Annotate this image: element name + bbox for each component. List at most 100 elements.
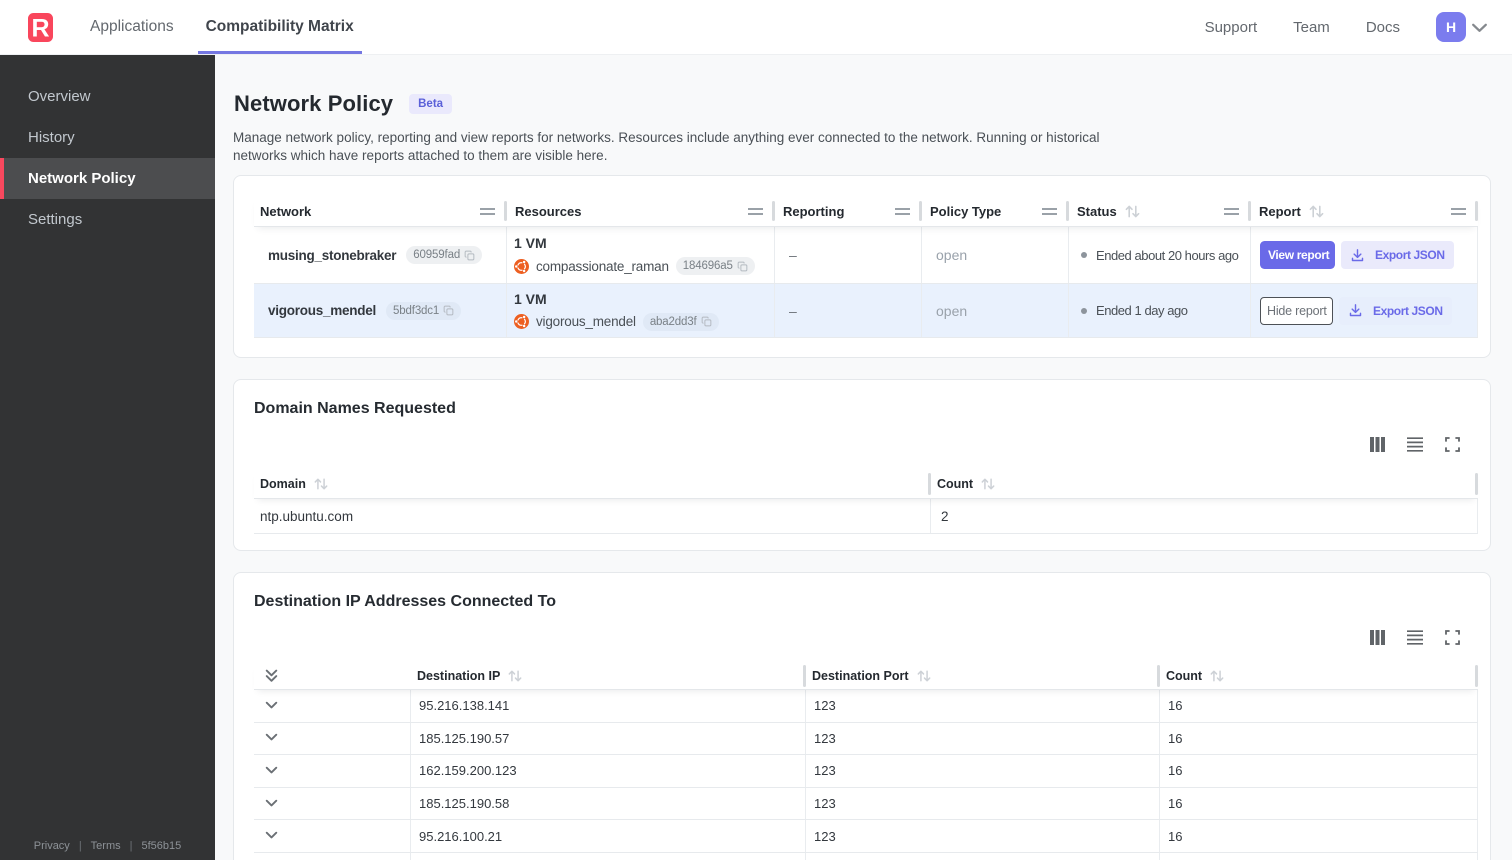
sort-icon[interactable] bbox=[916, 669, 932, 683]
column-resize-handle[interactable] bbox=[1451, 207, 1466, 215]
sidebar-item-overview[interactable]: Overview bbox=[0, 76, 215, 117]
domain-cell: ntp.ubuntu.com bbox=[254, 499, 931, 533]
terms-link[interactable]: Terms bbox=[91, 840, 121, 852]
ip-row[interactable]: 185.125.190.58 123 16 bbox=[254, 786, 1478, 820]
policy-type-value: open bbox=[936, 302, 968, 319]
column-resize-handle[interactable] bbox=[748, 207, 763, 215]
copy-icon[interactable] bbox=[737, 261, 748, 272]
status-text: Ended about 20 hours ago bbox=[1096, 247, 1239, 263]
tab-applications[interactable]: Applications bbox=[82, 0, 182, 54]
column-header-domain[interactable]: Domain bbox=[254, 469, 931, 498]
column-header-status[interactable]: Status bbox=[1069, 196, 1251, 226]
sidebar-item-history[interactable]: History bbox=[0, 117, 215, 158]
link-docs[interactable]: Docs bbox=[1366, 19, 1400, 36]
sort-icon[interactable] bbox=[1209, 669, 1225, 683]
column-header-destination-ip[interactable]: Destination IP bbox=[411, 662, 806, 689]
column-header-policy-type[interactable]: Policy Type bbox=[922, 196, 1069, 226]
column-resize-handle[interactable] bbox=[480, 207, 495, 215]
policy-type-value: open bbox=[936, 247, 968, 263]
row-expander-chevron-icon[interactable] bbox=[264, 697, 279, 715]
export-json-button[interactable]: Export JSON bbox=[1341, 241, 1454, 269]
column-header-network[interactable]: Network bbox=[254, 196, 507, 226]
network-row-vigorous-mendel[interactable]: vigorous_mendel 5bdf3dc1 1 VM vigorous_m… bbox=[254, 283, 1478, 338]
status-dot bbox=[1081, 307, 1087, 314]
vm-count: 1 VM bbox=[514, 235, 547, 251]
column-resize-handle[interactable] bbox=[1042, 207, 1057, 215]
column-resize-handle[interactable] bbox=[895, 207, 910, 215]
link-team[interactable]: Team bbox=[1293, 19, 1330, 36]
network-row-musing-stonebraker[interactable]: musing_stonebraker 60959fad 1 VM compass… bbox=[254, 227, 1478, 283]
rows-icon[interactable] bbox=[1407, 437, 1423, 452]
ip-row[interactable]: 162.159.200.123 123 16 bbox=[254, 754, 1478, 787]
columns-icon[interactable] bbox=[1370, 437, 1385, 452]
sidebar: Overview History Network Policy Settings… bbox=[0, 55, 215, 860]
privacy-link[interactable]: Privacy bbox=[34, 840, 70, 852]
sort-icon[interactable] bbox=[1308, 204, 1325, 219]
download-icon bbox=[1349, 304, 1362, 317]
ip-cell: 185.125.190.58 bbox=[411, 787, 806, 820]
sort-icon[interactable] bbox=[1124, 204, 1141, 219]
sidebar-item-network-policy[interactable]: Network Policy bbox=[0, 158, 215, 199]
copy-icon[interactable] bbox=[464, 250, 475, 261]
column-separator bbox=[1475, 201, 1478, 221]
domains-card-title: Domain Names Requested bbox=[254, 400, 456, 417]
sort-icon[interactable] bbox=[313, 477, 329, 491]
avatar[interactable]: H bbox=[1436, 12, 1466, 42]
fullscreen-icon[interactable] bbox=[1445, 630, 1460, 645]
sort-icon[interactable] bbox=[980, 477, 996, 491]
resource-id-badge[interactable]: aba2dd3f bbox=[642, 312, 719, 331]
row-expander-chevron-icon[interactable] bbox=[264, 729, 279, 747]
page-title: Network Policy bbox=[234, 91, 394, 116]
ip-row[interactable]: 185.125.190.57 123 16 bbox=[254, 721, 1478, 755]
double-chevron-down-icon[interactable] bbox=[264, 668, 279, 683]
column-header-reporting[interactable]: Reporting bbox=[775, 196, 922, 226]
ubuntu-icon bbox=[514, 314, 529, 329]
column-header-resources[interactable]: Resources bbox=[507, 196, 775, 226]
link-support[interactable]: Support bbox=[1205, 19, 1258, 36]
row-expander-chevron-icon[interactable] bbox=[264, 795, 279, 813]
count-cell: 16 bbox=[1160, 820, 1478, 852]
port-cell: 123 bbox=[806, 787, 1160, 820]
ip-cell: 185.125.190.57 bbox=[411, 722, 806, 755]
ip-cell: 162.159.200.123 bbox=[411, 755, 806, 787]
row-expander-chevron-icon[interactable] bbox=[264, 827, 279, 845]
fullscreen-icon[interactable] bbox=[1445, 437, 1460, 452]
export-json-button[interactable]: Export JSON bbox=[1339, 296, 1452, 325]
port-cell: 123 bbox=[806, 820, 1160, 852]
column-header-count[interactable]: Count bbox=[931, 469, 1478, 498]
reporting-value: – bbox=[789, 247, 797, 263]
ip-row[interactable]: 95.216.138.141 123 16 bbox=[254, 690, 1478, 722]
resource-name: vigorous_mendel bbox=[536, 314, 636, 329]
column-header-destination-port[interactable]: Destination Port bbox=[806, 662, 1160, 689]
reporting-value: – bbox=[789, 302, 797, 319]
view-report-button[interactable]: View report bbox=[1260, 241, 1335, 269]
column-separator bbox=[1475, 472, 1478, 495]
domain-row[interactable]: ntp.ubuntu.com 2 bbox=[254, 499, 1478, 534]
top-tabs: Applications Compatibility Matrix bbox=[82, 0, 378, 54]
column-resize-handle[interactable] bbox=[1224, 207, 1239, 215]
beta-badge: Beta bbox=[409, 94, 453, 114]
ip-row[interactable] bbox=[254, 851, 1478, 860]
topbar: R Applications Compatibility Matrix Supp… bbox=[0, 0, 1512, 55]
network-id-badge[interactable]: 60959fad bbox=[406, 246, 483, 264]
copy-icon[interactable] bbox=[701, 316, 712, 327]
network-id-badge[interactable]: 5bdf3dc1 bbox=[386, 301, 462, 320]
avatar-chevron-down-icon[interactable] bbox=[1471, 19, 1488, 36]
ip-row[interactable]: 95.216.100.21 123 16 bbox=[254, 819, 1478, 852]
column-header-report[interactable]: Report bbox=[1251, 196, 1478, 226]
sidebar-item-settings[interactable]: Settings bbox=[0, 199, 215, 240]
count-cell: 16 bbox=[1160, 690, 1478, 722]
rows-icon[interactable] bbox=[1407, 630, 1423, 645]
expand-all-header[interactable] bbox=[254, 662, 411, 689]
sort-icon[interactable] bbox=[507, 669, 523, 683]
ips-card-title: Destination IP Addresses Connected To bbox=[254, 593, 556, 610]
copy-icon[interactable] bbox=[443, 305, 454, 316]
sidebar-footer: Privacy | Terms | 5f56b15 bbox=[0, 840, 215, 852]
columns-icon[interactable] bbox=[1370, 630, 1385, 645]
hide-report-button[interactable]: Hide report bbox=[1260, 296, 1333, 325]
column-header-count[interactable]: Count bbox=[1160, 662, 1478, 689]
tab-compatibility-matrix[interactable]: Compatibility Matrix bbox=[197, 0, 362, 54]
replicated-logo[interactable]: R bbox=[0, 0, 53, 54]
row-expander-chevron-icon[interactable] bbox=[264, 762, 279, 780]
resource-id-badge[interactable]: 184696a5 bbox=[675, 257, 755, 275]
